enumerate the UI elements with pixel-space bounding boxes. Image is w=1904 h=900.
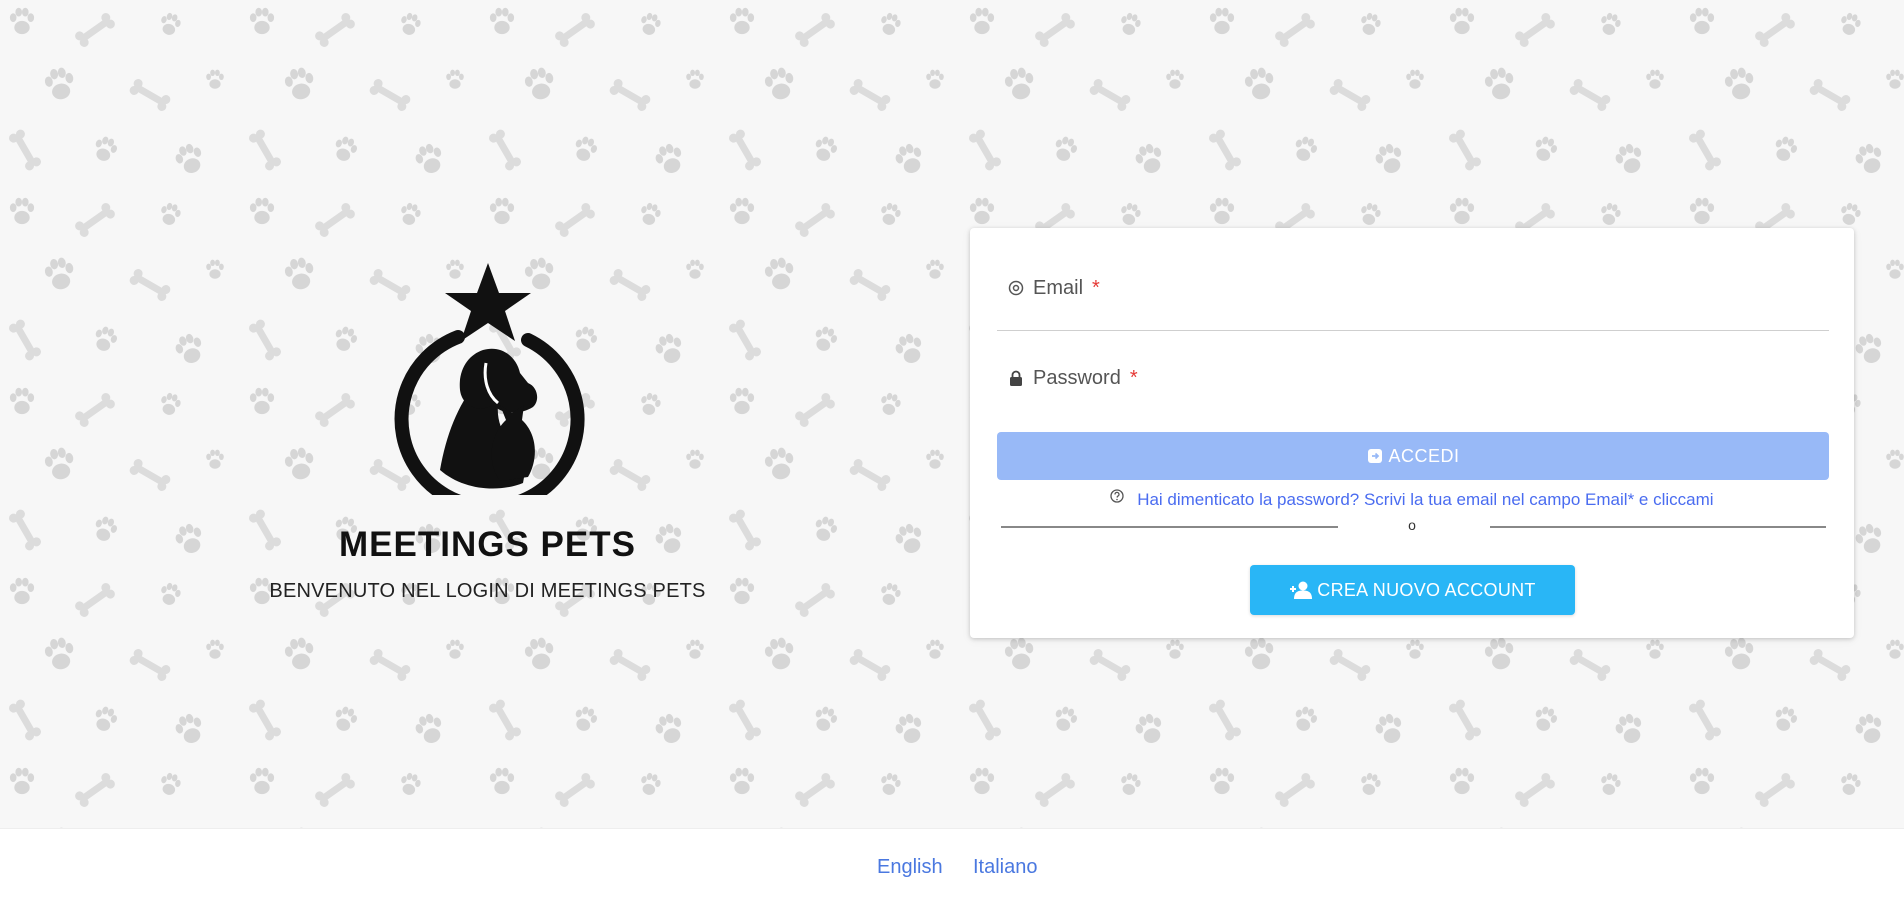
email-field[interactable]: Email * xyxy=(997,258,1829,318)
brand-section: MEETINGS PETS BENVENUTO NEL LOGIN DI MEE… xyxy=(240,255,735,603)
or-separator: o xyxy=(1408,517,1416,533)
language-link-italiano[interactable]: Italiano xyxy=(973,856,1038,879)
divider-right xyxy=(1490,526,1826,528)
question-icon xyxy=(1110,488,1125,508)
login-icon xyxy=(1366,447,1384,465)
login-button[interactable]: ACCEDI xyxy=(997,432,1829,480)
language-link-english[interactable]: English xyxy=(877,856,943,879)
login-card: Email * Password * ACCEDI Hai dimenticat… xyxy=(970,228,1854,638)
email-required-mark: * xyxy=(1092,276,1100,299)
login-page: MEETINGS PETS BENVENUTO NEL LOGIN DI MEE… xyxy=(0,0,1904,900)
password-field[interactable]: Password * xyxy=(997,348,1829,408)
lock-icon xyxy=(1007,369,1025,387)
brand-subtitle: BENVENUTO NEL LOGIN DI MEETINGS PETS xyxy=(269,580,706,602)
create-account-label: CREA NUOVO ACCOUNT xyxy=(1317,579,1536,600)
brand-title: MEETINGS PETS xyxy=(339,525,636,564)
forgot-password-link[interactable]: Hai dimenticato la password? Scrivi la t… xyxy=(970,488,1854,510)
email-label: Email xyxy=(1033,276,1084,299)
paw-star-pets-logo-icon xyxy=(394,263,585,495)
password-label: Password xyxy=(1033,366,1121,389)
create-account-button[interactable]: CREA NUOVO ACCOUNT xyxy=(1250,565,1575,615)
password-required-mark: * xyxy=(1129,366,1138,389)
login-button-label: ACCEDI xyxy=(1388,445,1460,466)
add-user-icon xyxy=(1289,580,1315,600)
email-underline xyxy=(997,330,1829,331)
forgot-password-text: Hai dimenticato la password? Scrivi la t… xyxy=(1137,490,1714,509)
at-icon xyxy=(1007,279,1025,297)
footer: English Italiano xyxy=(0,828,1904,900)
